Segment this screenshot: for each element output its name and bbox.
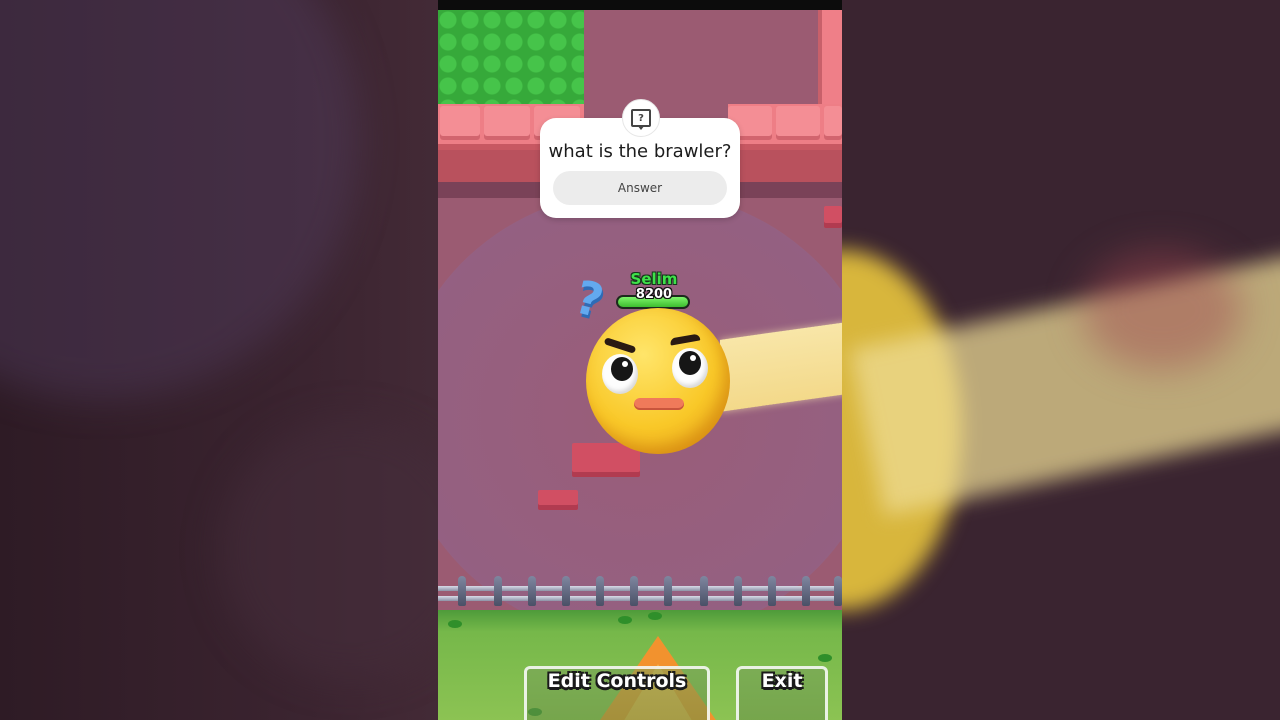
right-eyebrow [669,333,701,346]
thinking-face-brawler [586,308,730,454]
player-health-value: 8200 [635,287,673,302]
floor-tile [538,490,578,510]
blurred-background-right [842,0,1280,720]
answer-input[interactable]: Answer [553,171,727,205]
left-eye [602,354,638,394]
exit-button[interactable]: Exit [736,666,828,720]
mouth [634,398,684,410]
left-eyebrow [603,337,637,354]
edit-controls-button[interactable]: Edit Controls [524,666,710,720]
blurred-background-left [0,0,438,720]
question-text: what is the brawler? [548,141,732,162]
floor-tile [824,206,842,228]
player-name: Selim [630,270,678,288]
bush-patch [438,10,584,108]
fence [438,576,842,610]
game-view: ? Selim 8200 ? what is the brawler? Answ… [438,0,842,720]
right-eye [672,348,708,388]
video-frame: ? Selim 8200 ? what is the brawler? Answ… [0,0,1280,720]
question-sticker-icon: ? [622,99,660,137]
wall-right [818,10,842,106]
top-bar [438,0,842,10]
